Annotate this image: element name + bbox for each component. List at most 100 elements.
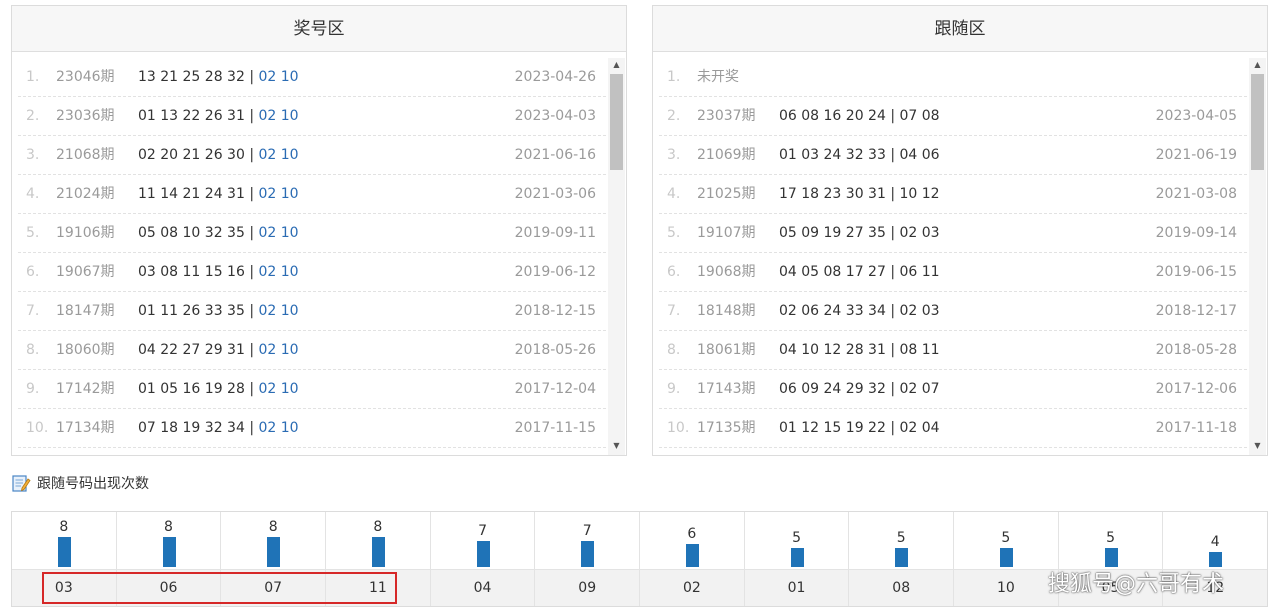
draw-date: 2018-12-15 xyxy=(514,303,596,319)
scroll-down-icon[interactable]: ▼ xyxy=(608,439,625,453)
front-numbers: 13 21 25 28 32 | xyxy=(138,69,259,85)
panel-title: 跟随区 xyxy=(653,6,1267,52)
draw-numbers: 04 05 08 17 27 | 06 11 xyxy=(779,264,940,280)
frequency-bar xyxy=(685,544,699,567)
row-index: 4. xyxy=(667,186,681,202)
row-index: 6. xyxy=(667,264,681,280)
list-item: 9. 17142期 01 05 16 19 28 | 02 10 2017-12-04 xyxy=(18,370,606,409)
front-numbers: 04 22 27 29 31 | xyxy=(138,342,259,358)
back-numbers: 02 10 xyxy=(258,264,299,280)
list-item: 6. 19067期 03 08 11 15 16 | 02 10 2019-06-12 xyxy=(18,253,606,292)
back-numbers: 02 10 xyxy=(258,381,299,397)
draw-date: 2019-06-12 xyxy=(514,264,596,280)
row-index: 3. xyxy=(26,147,40,163)
issue-number: 17142期 xyxy=(56,381,115,397)
issue-number: 18060期 xyxy=(56,342,115,358)
frequency-number: 01 xyxy=(744,569,849,606)
frequency-column: 7 04 xyxy=(430,512,536,606)
draw-date: 2017-11-18 xyxy=(1155,420,1237,436)
frequency-bar xyxy=(371,537,385,567)
frequency-bar xyxy=(57,537,71,567)
watermark: 搜狐号@六哥有术 xyxy=(1048,572,1225,597)
frequency-count: 5 xyxy=(1106,530,1116,546)
frequency-count: 5 xyxy=(1001,530,1011,546)
issue-number: 23046期 xyxy=(56,69,115,85)
front-numbers: 05 08 10 32 35 | xyxy=(138,225,259,241)
row-index: 10. xyxy=(667,420,690,436)
issue-number: 23036期 xyxy=(56,108,115,124)
pending-status: 未开奖 xyxy=(697,69,739,85)
frequency-bar xyxy=(581,541,595,567)
row-index: 1. xyxy=(26,69,40,85)
frequency-number: 09 xyxy=(535,569,640,606)
front-numbers: 01 13 22 26 31 | xyxy=(138,108,259,124)
frequency-count: 5 xyxy=(792,530,801,546)
scroll-thumb[interactable] xyxy=(610,74,623,170)
frequency-count: 8 xyxy=(164,519,173,535)
row-index: 9. xyxy=(26,381,40,397)
issue-number: 18061期 xyxy=(697,342,756,358)
winning-numbers-panel: 奖号区 1. 23046期 13 21 25 28 32 | 02 10 2023-0… xyxy=(11,5,627,456)
row-index: 7. xyxy=(26,303,40,319)
scrollbar[interactable]: ▲ ▼ xyxy=(1249,58,1266,455)
scroll-up-icon[interactable]: ▲ xyxy=(1249,58,1266,72)
frequency-bar xyxy=(476,541,490,567)
row-index: 8. xyxy=(667,342,681,358)
scroll-thumb[interactable] xyxy=(1251,74,1264,170)
frequency-count: 6 xyxy=(687,526,697,542)
frequency-column: 6 02 xyxy=(640,512,745,606)
list-item: 5. 19107期 05 09 19 27 35 | 02 03 2019-09-14 xyxy=(659,214,1247,253)
front-numbers: 07 18 19 32 34 | xyxy=(138,420,259,436)
list-item: 9. 17143期 06 09 24 29 32 | 02 07 2017-12-06 xyxy=(659,370,1247,409)
issue-number: 17143期 xyxy=(697,381,756,397)
list-item: 4. 21025期 17 18 23 30 31 | 10 12 2021-03-08 xyxy=(659,175,1247,214)
panel-title: 奖号区 xyxy=(12,6,626,52)
back-numbers: 02 10 xyxy=(258,69,299,85)
draw-date: 2021-03-06 xyxy=(514,186,596,202)
frequency-count: 4 xyxy=(1210,534,1220,550)
frequency-count: 7 xyxy=(582,523,592,539)
row-index: 6. xyxy=(26,264,40,280)
front-numbers: 02 20 21 26 30 | xyxy=(138,147,259,163)
winning-numbers-list[interactable]: 1. 23046期 13 21 25 28 32 | 02 10 2023-04-26… xyxy=(12,58,626,455)
scroll-up-icon[interactable]: ▲ xyxy=(608,58,625,72)
scrollbar[interactable]: ▲ ▼ xyxy=(608,58,625,455)
draw-numbers: 01 05 16 19 28 | 02 10 xyxy=(138,370,299,408)
frequency-bar xyxy=(1104,548,1118,567)
issue-number: 18148期 xyxy=(697,303,756,319)
follow-numbers-list[interactable]: 1. 未开奖 2. 23037期 06 08 16 20 24 | 07 08 202… xyxy=(653,58,1267,455)
frequency-bar xyxy=(267,537,281,567)
front-numbers: 11 14 21 24 31 | xyxy=(138,186,259,202)
back-numbers: 02 10 xyxy=(258,186,299,202)
issue-number: 21024期 xyxy=(56,186,115,202)
frequency-bar xyxy=(162,537,176,567)
issue-number: 21068期 xyxy=(56,147,115,163)
frequency-count: 8 xyxy=(268,519,278,535)
back-numbers: 02 10 xyxy=(258,420,299,436)
list-item: 1. 23046期 13 21 25 28 32 | 02 10 2023-04-26 xyxy=(18,58,606,97)
list-item: 2. 23036期 01 13 22 26 31 | 02 10 2023-04-03 xyxy=(18,97,606,136)
draw-date: 2017-12-06 xyxy=(1155,381,1237,397)
scroll-down-icon[interactable]: ▼ xyxy=(1249,439,1266,453)
front-numbers: 01 05 16 19 28 | xyxy=(138,381,259,397)
frequency-number: 04 xyxy=(430,569,535,606)
list-item: 10. 17134期 07 18 19 32 34 | 02 10 2017-11-1… xyxy=(18,409,606,448)
row-index: 9. xyxy=(667,381,681,397)
list-item: 3. 21068期 02 20 21 26 30 | 02 10 2021-06-16 xyxy=(18,136,606,175)
list-item: 3. 21069期 01 03 24 32 33 | 04 06 2021-06-19 xyxy=(659,136,1247,175)
list-item: 10. 17135期 01 12 15 19 22 | 02 04 2017-11-1… xyxy=(659,409,1247,448)
row-index: 2. xyxy=(667,108,681,124)
frequency-column: 5 08 xyxy=(849,512,955,606)
list-item: 8. 18061期 04 10 12 28 31 | 08 11 2018-05-28 xyxy=(659,331,1247,370)
list-item: 8. 18060期 04 22 27 29 31 | 02 10 2018-05-26 xyxy=(18,331,606,370)
list-item: 7. 18148期 02 06 24 33 34 | 02 03 2018-12-17 xyxy=(659,292,1247,331)
draw-numbers: 13 21 25 28 32 | 02 10 xyxy=(138,58,299,96)
draw-numbers: 01 11 26 33 35 | 02 10 xyxy=(138,292,299,330)
frequency-count: 8 xyxy=(59,519,69,535)
front-numbers: 03 08 11 15 16 | xyxy=(138,264,259,280)
draw-numbers: 07 18 19 32 34 | 02 10 xyxy=(138,409,299,447)
back-numbers: 02 10 xyxy=(258,225,299,241)
issue-number: 17135期 xyxy=(697,420,756,436)
draw-date: 2021-06-19 xyxy=(1155,147,1237,163)
issue-number: 19067期 xyxy=(56,264,115,280)
